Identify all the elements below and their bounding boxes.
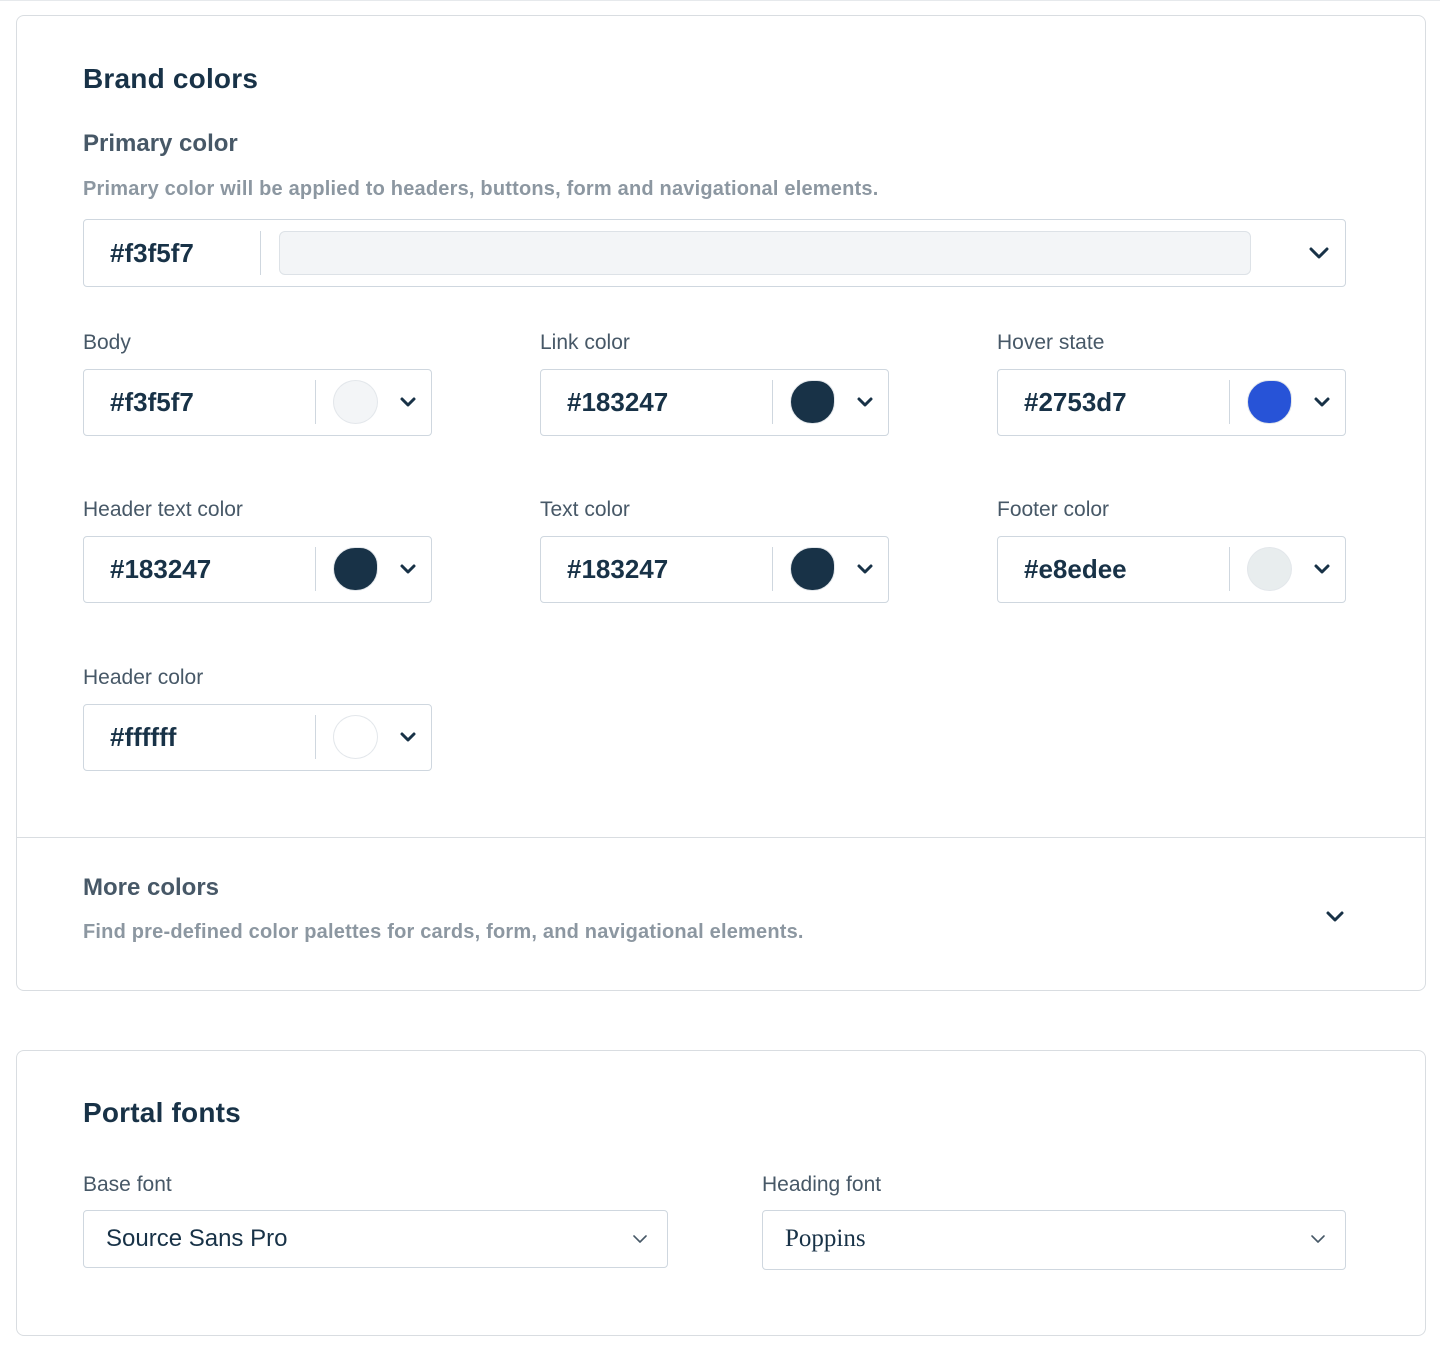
heading-font-select[interactable]: Poppins (762, 1210, 1346, 1270)
header-text-color-hex[interactable]: #183247 (110, 537, 211, 602)
text-color-hex[interactable]: #183247 (567, 537, 668, 602)
primary-color-hex[interactable]: #f3f5f7 (110, 220, 194, 286)
field-divider (1229, 547, 1230, 591)
field-divider (772, 380, 773, 424)
link-color-hex[interactable]: #183247 (567, 370, 668, 435)
heading-font-value[interactable]: Poppins (785, 1211, 866, 1267)
header-text-color-swatch[interactable] (333, 547, 378, 591)
field-divider (315, 380, 316, 424)
portal-fonts-title: Portal fonts (83, 1097, 241, 1128)
header-text-color-label: Header text color (83, 498, 243, 521)
heading-font-label: Heading font (762, 1173, 882, 1196)
body-color-picker[interactable]: #f3f5f7 (83, 369, 432, 436)
footer-color-label: Footer color (997, 498, 1110, 521)
text-color-swatch[interactable] (790, 547, 835, 591)
top-divider (0, 0, 1440, 1)
field-divider (1229, 380, 1230, 424)
field-divider (260, 231, 261, 275)
header-color-hex[interactable]: #ffffff (110, 705, 176, 770)
header-color-picker[interactable]: #ffffff (83, 704, 432, 771)
chevron-down-icon[interactable] (397, 392, 419, 412)
more-colors-help: Find pre-defined color palettes for card… (83, 921, 804, 943)
chevron-down-icon[interactable] (1311, 559, 1333, 579)
field-divider (315, 547, 316, 591)
portal-fonts-card: Portal fonts Base font Source Sans Pro H… (16, 1050, 1426, 1336)
body-color-hex[interactable]: #f3f5f7 (110, 370, 194, 435)
footer-color-swatch[interactable] (1247, 547, 1292, 591)
chevron-down-icon[interactable] (397, 559, 419, 579)
base-font-value[interactable]: Source Sans Pro (106, 1211, 287, 1267)
base-font-select[interactable]: Source Sans Pro (83, 1210, 668, 1268)
primary-color-swatch[interactable] (279, 231, 1251, 275)
footer-color-hex[interactable]: #e8edee (1024, 537, 1127, 602)
chevron-down-icon[interactable] (1323, 906, 1347, 928)
hover-state-swatch[interactable] (1247, 380, 1292, 424)
link-color-label: Link color (540, 331, 630, 354)
primary-color-picker[interactable]: #f3f5f7 (83, 219, 1346, 287)
header-color-swatch[interactable] (333, 715, 378, 759)
chevron-down-icon[interactable] (1309, 1231, 1327, 1247)
body-color-label: Body (83, 331, 131, 354)
body-color-swatch[interactable] (333, 380, 378, 424)
header-color-label: Header color (83, 666, 204, 689)
text-color-label: Text color (540, 498, 630, 521)
chevron-down-icon[interactable] (1311, 392, 1333, 412)
primary-color-help: Primary color will be applied to headers… (83, 178, 879, 200)
brand-colors-title: Brand colors (83, 63, 259, 94)
chevron-down-icon[interactable] (854, 392, 876, 412)
header-text-color-picker[interactable]: #183247 (83, 536, 432, 603)
text-color-picker[interactable]: #183247 (540, 536, 889, 603)
more-colors-title[interactable]: More colors (83, 874, 219, 902)
chevron-down-icon[interactable] (397, 727, 419, 747)
brand-colors-card: Brand colors Primary color Primary color… (16, 15, 1426, 991)
chevron-down-icon[interactable] (631, 1231, 649, 1247)
chevron-down-icon[interactable] (1307, 242, 1331, 264)
field-divider (315, 715, 316, 759)
footer-color-picker[interactable]: #e8edee (997, 536, 1346, 603)
base-font-label: Base font (83, 1173, 172, 1196)
field-divider (772, 547, 773, 591)
hover-state-label: Hover state (997, 331, 1105, 354)
link-color-swatch[interactable] (790, 380, 835, 424)
chevron-down-icon[interactable] (854, 559, 876, 579)
hover-state-picker[interactable]: #2753d7 (997, 369, 1346, 436)
primary-color-title: Primary color (83, 130, 238, 157)
section-divider (17, 837, 1425, 838)
hover-state-hex[interactable]: #2753d7 (1024, 370, 1127, 435)
link-color-picker[interactable]: #183247 (540, 369, 889, 436)
